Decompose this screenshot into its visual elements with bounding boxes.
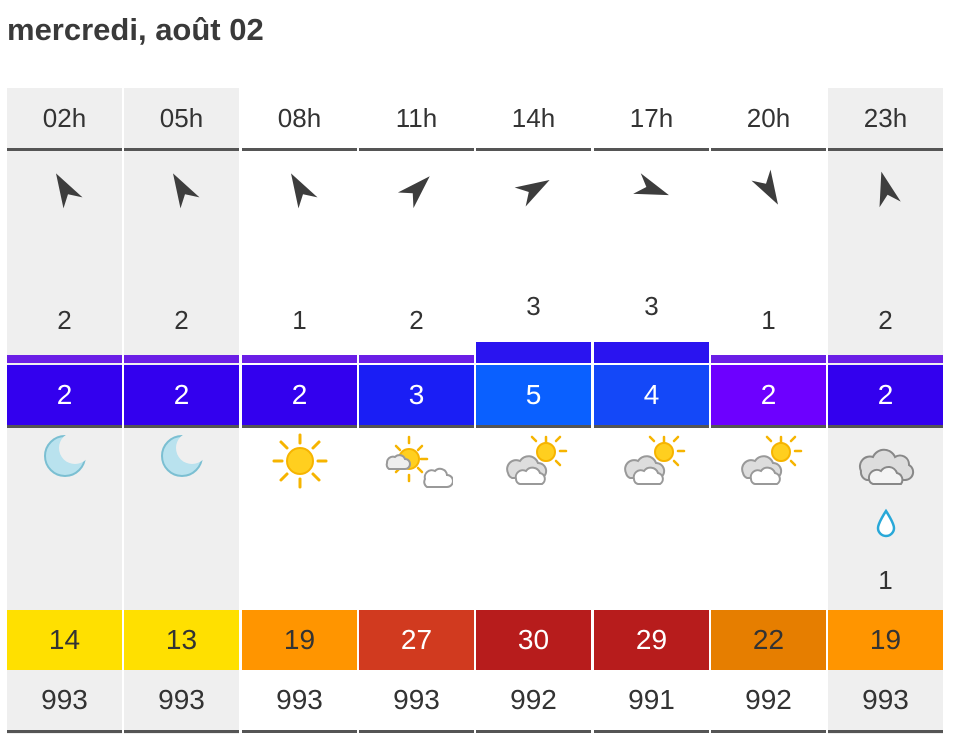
- hour-label: 08h: [277, 103, 322, 133]
- wind-gust-value: 2: [7, 365, 122, 425]
- raindrop-icon: [828, 508, 943, 540]
- header-divider: [711, 148, 826, 151]
- footer-divider: [828, 730, 943, 733]
- footer-divider: [476, 730, 591, 733]
- wind-direction-arrow-icon: [242, 164, 357, 214]
- pressure-value: 993: [862, 684, 909, 715]
- moon-icon: [124, 431, 239, 493]
- header-divider: [124, 148, 239, 151]
- footer-divider: [359, 730, 474, 733]
- gust-divider: [124, 425, 239, 428]
- temperature-value: 30: [476, 610, 591, 670]
- temperature-value: 14: [7, 610, 122, 670]
- moon-icon: [7, 431, 122, 493]
- gust-divider: [711, 425, 826, 428]
- forecast-column-05h: 05h 2 2 13 993: [124, 88, 239, 734]
- wind-gust-value: 5: [476, 365, 591, 425]
- wind-level-bar: [359, 355, 474, 363]
- pressure-value: 993: [158, 684, 205, 715]
- wind-gust-value: 2: [828, 365, 943, 425]
- forecast-column-02h: 02h 2 2 14 993: [7, 88, 122, 734]
- cloud-sun-icon: [711, 431, 826, 493]
- gust-divider: [594, 425, 709, 428]
- wind-direction-arrow-icon: [124, 164, 239, 214]
- wind-speed-value: 1: [292, 305, 307, 335]
- sun-cloud-icon: [359, 431, 474, 493]
- forecast-column-08h: 08h 1 2 19 993: [242, 88, 357, 734]
- pressure-value: 993: [41, 684, 88, 715]
- footer-divider: [124, 730, 239, 733]
- hour-label: 02h: [42, 103, 87, 133]
- wind-speed-value: 2: [174, 305, 189, 335]
- gust-divider: [242, 425, 357, 428]
- wind-level-bar: [242, 355, 357, 363]
- header-divider: [359, 148, 474, 151]
- wind-speed-value: 1: [761, 305, 776, 335]
- wind-direction-arrow-icon: [828, 164, 943, 214]
- gust-divider: [828, 425, 943, 428]
- footer-divider: [7, 730, 122, 733]
- forecast-column-20h: 20h 1 2 22 992: [711, 88, 826, 734]
- wind-level-bar: [828, 355, 943, 363]
- wind-gust-value: 2: [242, 365, 357, 425]
- header-divider: [594, 148, 709, 151]
- gust-divider: [476, 425, 591, 428]
- wind-level-bar: [476, 342, 591, 363]
- header-divider: [828, 148, 943, 151]
- wind-level-bar: [124, 355, 239, 363]
- wind-speed-value: 2: [878, 305, 893, 335]
- wind-direction-arrow-icon: [7, 164, 122, 214]
- header-divider: [476, 148, 591, 151]
- forecast-column-14h: 14h 3 5 30 992: [476, 88, 591, 734]
- wind-speed-value: 3: [644, 291, 659, 321]
- hour-label: 20h: [746, 103, 791, 133]
- forecast-column-11h: 11h 2 3 27 993: [359, 88, 474, 734]
- wind-direction-arrow-icon: [476, 164, 591, 214]
- wind-speed-value: 2: [409, 305, 424, 335]
- hour-label: 23h: [863, 103, 908, 133]
- footer-divider: [594, 730, 709, 733]
- hour-label: 11h: [395, 103, 438, 133]
- sun-icon: [242, 431, 357, 493]
- header-divider: [7, 148, 122, 151]
- wind-gust-value: 2: [124, 365, 239, 425]
- temperature-value: 19: [242, 610, 357, 670]
- wind-level-bar: [711, 355, 826, 363]
- wind-gust-value: 4: [594, 365, 709, 425]
- wind-gust-value: 3: [359, 365, 474, 425]
- cloud-sun-icon: [594, 431, 709, 493]
- forecast-column-23h: 23h 2 2 1 19 993: [828, 88, 943, 734]
- hour-label: 14h: [511, 103, 556, 133]
- pressure-value: 992: [745, 684, 792, 715]
- footer-divider: [711, 730, 826, 733]
- temperature-value: 27: [359, 610, 474, 670]
- wind-speed-value: 3: [526, 291, 541, 321]
- page-title: mercredi, août 02: [7, 12, 264, 47]
- forecast-column-17h: 17h 3 4 29 991: [594, 88, 709, 734]
- temperature-value: 29: [594, 610, 709, 670]
- pressure-value: 991: [628, 684, 675, 715]
- hour-label: 17h: [629, 103, 674, 133]
- pressure-value: 993: [276, 684, 323, 715]
- footer-divider: [242, 730, 357, 733]
- wind-direction-arrow-icon: [594, 164, 709, 214]
- temperature-value: 22: [711, 610, 826, 670]
- wind-level-bar: [594, 342, 709, 363]
- wind-gust-value: 2: [711, 365, 826, 425]
- hour-label: 05h: [159, 103, 204, 133]
- rain-amount-value: 1: [878, 565, 893, 595]
- wind-direction-arrow-icon: [359, 164, 474, 214]
- cloud-icon: [828, 431, 943, 493]
- pressure-value: 993: [393, 684, 440, 715]
- temperature-value: 13: [124, 610, 239, 670]
- temperature-value: 19: [828, 610, 943, 670]
- gust-divider: [7, 425, 122, 428]
- gust-divider: [359, 425, 474, 428]
- wind-direction-arrow-icon: [711, 164, 826, 214]
- cloud-sun-icon: [476, 431, 591, 493]
- wind-speed-value: 2: [57, 305, 72, 335]
- wind-level-bar: [7, 355, 122, 363]
- pressure-value: 992: [510, 684, 557, 715]
- header-divider: [242, 148, 357, 151]
